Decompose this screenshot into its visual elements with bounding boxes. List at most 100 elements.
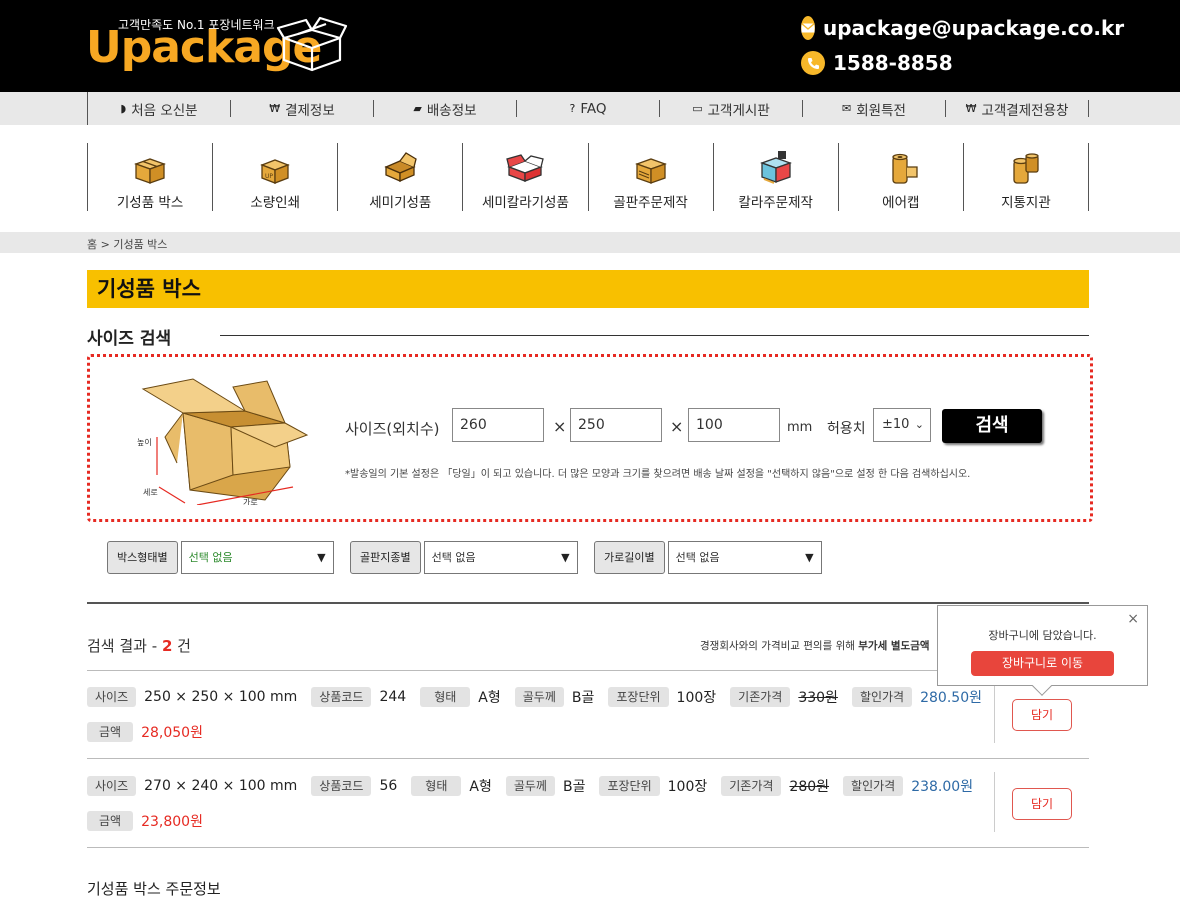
air-cap-roll-icon <box>883 149 919 185</box>
results-note-bold: 부가세 별도금액 <box>858 640 930 652</box>
filter-width-length-button[interactable]: 가로길이별 <box>594 541 665 574</box>
go-to-cart-button[interactable]: 장바구니로 이동 <box>971 651 1114 676</box>
result-row-amount: 금액 23,800원 <box>87 811 217 831</box>
amount-value: 28,050원 <box>141 725 203 741</box>
contact-phone[interactable]: 1588-8858 <box>801 50 1101 76</box>
top-header: 고객만족도 No.1 포장네트워크 Upackage upackage@upac… <box>0 0 1180 92</box>
category-paper-tube[interactable]: 지통지관 <box>964 143 1089 211</box>
type-value: A형 <box>478 690 501 706</box>
results-title: 검색 결과 - 2 건 <box>87 635 191 656</box>
packing-unit-tag: 포장단위 <box>599 776 660 796</box>
times-symbol: × <box>670 417 684 436</box>
info-nav-customer-payment[interactable]: ₩ 고객결제전용창 <box>946 100 1089 119</box>
contact-email[interactable]: upackage@upackage.co.kr <box>801 15 1124 41</box>
results-note: 경쟁회사와의 가격비교 편의를 위해 부가세 별도금액 <box>700 638 930 653</box>
category-label: 세미기성품 <box>369 195 432 211</box>
category-label: 세미칼라기성품 <box>481 195 569 211</box>
order-info-title: 기성품 박스 주문정보 <box>87 880 221 898</box>
category-semi-color[interactable]: 세미칼라기성품 <box>463 143 589 211</box>
category-nav: 기성품 박스 UP 소량인쇄 세미기성품 세미칼라기성품 골판주문제작 칼라주문… <box>87 143 1089 211</box>
info-nav-bar: ◗ 처음 오신분 ₩ 결제정보 ▰ 배송정보 ? FAQ ▭ 고객게시판 ✉ 회원특전 ₩ 고… <box>0 92 1180 125</box>
info-nav-member-benefits[interactable]: ✉ 회원특전 <box>803 100 946 119</box>
info-nav-board[interactable]: ▭ 고객게시판 <box>660 100 803 119</box>
size-search-panel: 높이 세로 가로 사이즈(외치수) 260 × 250 × 100 mm 허용치… <box>87 354 1093 522</box>
close-icon[interactable]: × <box>1127 611 1139 627</box>
width-input[interactable]: 260 <box>452 408 544 442</box>
open-box-icon <box>382 149 418 185</box>
add-to-cart-button[interactable]: 담기 <box>1012 788 1072 820</box>
paper-tube-icon <box>1008 149 1044 185</box>
category-air-cap[interactable]: 에어캡 <box>839 143 964 211</box>
results-note-text: 경쟁회사와의 가격비교 편의를 위해 <box>700 640 855 652</box>
filter-box-type-select[interactable]: 선택 없음 ▼ <box>180 541 334 574</box>
breadcrumb[interactable]: 홈 > 기성품 박스 <box>87 236 167 252</box>
add-to-cart-button[interactable]: 담기 <box>1012 699 1072 731</box>
depth-input[interactable]: 250 <box>570 408 662 442</box>
email-text: upackage@upackage.co.kr <box>823 16 1125 40</box>
depth-label: 세로 <box>143 488 158 497</box>
search-button[interactable]: 검색 <box>942 409 1042 443</box>
divider <box>994 772 995 832</box>
results-count-unit: 건 <box>177 637 191 655</box>
category-custom-color[interactable]: 칼라주문제작 <box>714 143 839 211</box>
info-nav-label: FAQ <box>580 100 607 117</box>
filter-box-type-button[interactable]: 박스형태별 <box>107 541 178 574</box>
info-nav-faq[interactable]: ? FAQ <box>517 100 660 117</box>
filter-select-value: 선택 없음 <box>431 551 476 564</box>
thickness-tag: 골두께 <box>505 776 555 796</box>
filter-width-length-select[interactable]: 선택 없음 ▼ <box>667 541 822 574</box>
color-box-icon <box>505 149 545 185</box>
category-label: 소량인쇄 <box>250 195 301 211</box>
page-title: 기성품 박스 <box>97 277 201 301</box>
info-nav-shipping[interactable]: ▰ 배송정보 <box>374 100 517 119</box>
code-value: 244 <box>379 689 407 705</box>
cart-popup-message: 장바구니에 담았습니다. <box>988 629 1097 642</box>
cart-added-popup: × 장바구니에 담았습니다. 장바구니로 이동 <box>937 605 1148 696</box>
category-small-print[interactable]: UP 소량인쇄 <box>213 143 339 211</box>
packing-unit-tag: 포장단위 <box>608 687 669 707</box>
category-stock-box[interactable]: 기성품 박스 <box>88 143 214 211</box>
width-label: 가로 <box>243 498 258 505</box>
section-divider <box>220 335 1089 336</box>
amount-value: 23,800원 <box>141 814 203 830</box>
packing-unit-value: 100장 <box>667 779 708 795</box>
sale-price-value: 238.00원 <box>911 779 974 795</box>
info-nav-payment[interactable]: ₩ 결제정보 <box>231 100 374 119</box>
results-title-dash: - <box>151 637 158 655</box>
height-input[interactable]: 100 <box>688 408 780 442</box>
won-icon: ₩ <box>965 102 977 115</box>
type-tag: 형태 <box>420 687 471 707</box>
result-row: 사이즈 270 × 240 × 100 mm 상품코드 56 형태 A형 골두께… <box>87 760 1089 848</box>
category-custom-corrugated[interactable]: 골판주문제작 <box>589 143 714 211</box>
size-tag: 사이즈 <box>87 687 137 707</box>
color-print-box-icon <box>758 149 794 185</box>
thickness-value: B골 <box>562 779 586 795</box>
tolerance-select[interactable]: ±10 ⌄ <box>873 408 931 442</box>
tolerance-label: 허용치 <box>827 421 866 437</box>
envelope-icon <box>801 16 815 40</box>
logo[interactable]: 고객만족도 No.1 포장네트워크 Upackage <box>86 14 356 80</box>
info-nav-label: 결제정보 <box>285 102 335 119</box>
size-search-title: 사이즈 검색 <box>87 329 172 349</box>
phone-icon <box>801 51 825 75</box>
filter-board-type-select[interactable]: 선택 없음 ▼ <box>423 541 578 574</box>
box-dimension-illustration: 높이 세로 가로 <box>137 378 309 505</box>
svg-text:UP: UP <box>265 173 273 180</box>
info-nav-first-visit[interactable]: ◗ 처음 오신분 <box>88 100 231 119</box>
printed-box-icon: UP <box>259 149 291 185</box>
amount-tag: 금액 <box>87 722 134 742</box>
category-label: 지통지관 <box>1001 195 1051 211</box>
phone-text: 1588-8858 <box>833 51 953 75</box>
filter-box-type: 박스형태별 선택 없음 ▼ <box>107 541 334 574</box>
custom-box-icon <box>634 149 668 185</box>
category-semi-stock[interactable]: 세미기성품 <box>338 143 464 211</box>
info-nav-label: 배송정보 <box>426 102 477 119</box>
sale-price-value: 280.50원 <box>920 690 982 706</box>
search-notice: *발송일의 기본 설정은 「당일」이 되고 있습니다. 더 많은 모양과 크기를… <box>345 469 971 480</box>
sale-price-tag: 할인가격 <box>851 687 913 707</box>
breadcrumb-bar: 홈 > 기성품 박스 <box>0 232 1180 253</box>
chevron-down-icon: ⌄ <box>914 418 924 431</box>
category-label: 칼라주문제작 <box>738 195 813 211</box>
truck-icon: ▰ <box>413 102 422 115</box>
filter-board-type-button[interactable]: 골판지종별 <box>350 541 421 574</box>
